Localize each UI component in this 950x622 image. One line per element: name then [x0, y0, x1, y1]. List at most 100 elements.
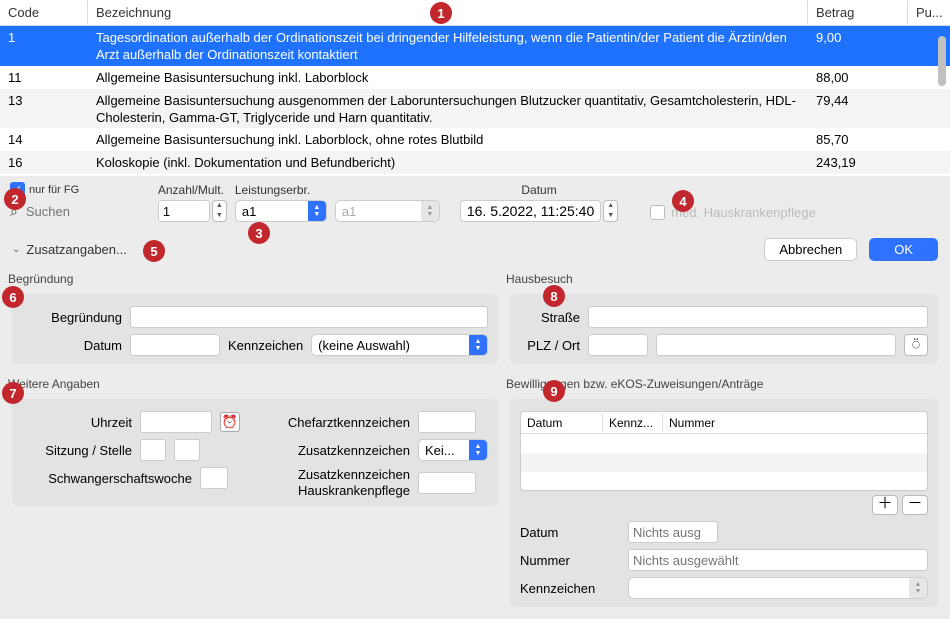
chevron-down-icon: ▼ — [604, 211, 617, 221]
datum-value: 16. 5.2022, 11:25:40 — [467, 203, 594, 219]
annotation-3: 3 — [248, 222, 270, 244]
zusatz-hkp-label-2: Hauskrankenpflege — [298, 483, 410, 498]
begruendung-datum-input[interactable] — [130, 334, 220, 356]
begruendung-label: Begründung — [22, 310, 122, 325]
updown-icon: ▲▼ — [308, 201, 326, 221]
zusatzangaben-label: Zusatzangaben... — [26, 242, 126, 257]
begruendung-section-title: Begründung — [6, 272, 75, 286]
approvals-table[interactable]: Datum Kennz... Nummer — [520, 411, 928, 491]
table-row[interactable]: 11 Allgemeine Basisuntersuchung inkl. La… — [0, 66, 950, 89]
cell-code: 1 — [0, 28, 88, 47]
select-value: Kei... — [425, 443, 455, 458]
chevron-up-icon: ▲ — [213, 201, 226, 211]
weitere-section: Uhrzeit ⏰ Sitzung / Stelle Sc — [12, 399, 498, 506]
bew-datum-label: Datum — [520, 525, 620, 540]
datum-stepper[interactable]: ▲ ▼ — [603, 200, 618, 222]
bew-kennzeichen-select[interactable]: ▲▼ — [628, 577, 928, 599]
sitzung-input[interactable] — [140, 439, 166, 461]
stelle-input[interactable] — [174, 439, 200, 461]
zusatzkennz-select[interactable]: Kei... ▲▼ — [418, 439, 488, 461]
cell-betrag: 79,44 — [808, 91, 908, 110]
ort-input[interactable] — [656, 334, 896, 356]
kennzeichen-select[interactable]: (keine Auswahl) ▲▼ — [311, 334, 488, 356]
cell-betrag: 9,00 — [808, 28, 908, 47]
annotation-8: 8 — [543, 285, 565, 307]
cell-betrag: 88,00 — [808, 68, 908, 87]
hausbesuch-section-title: Hausbesuch — [504, 272, 575, 286]
col-header-betrag[interactable]: Betrag — [808, 1, 908, 24]
strasse-input[interactable] — [588, 306, 928, 328]
add-approval-button[interactable]: ＋ — [872, 495, 898, 515]
col-header-punkte[interactable]: Pu... — [908, 1, 950, 24]
services-table-header: Code Bezeichnung Betrag Pu... — [0, 0, 950, 26]
annotation-1: 1 — [430, 2, 452, 24]
table-row[interactable]: 13 Allgemeine Basisuntersuchung ausgenom… — [0, 89, 950, 129]
annotation-4: 4 — [672, 190, 694, 212]
leistungserbr-label: Leistungserbr. — [235, 183, 440, 197]
approvals-header: Datum Kennz... Nummer — [521, 412, 927, 434]
updown-icon: ▲▼ — [421, 201, 439, 221]
uhrzeit-input[interactable] — [140, 411, 212, 433]
begruendung-datum-label: Datum — [22, 338, 122, 353]
cell-code: 14 — [0, 130, 88, 149]
plz-ort-label: PLZ / Ort — [520, 338, 580, 353]
bewilligungen-section: Datum Kennz... Nummer ＋ － — [510, 399, 938, 607]
remove-approval-button[interactable]: － — [902, 495, 928, 515]
chefarzt-input[interactable] — [418, 411, 476, 433]
table-row[interactable]: 16 Koloskopie (inkl. Dokumentation und B… — [0, 151, 950, 174]
leistungserbr-select-1[interactable]: a1 ▲▼ — [235, 200, 327, 222]
updown-icon: ▲▼ — [909, 578, 927, 598]
address-lookup-button[interactable]: ⍥ — [904, 334, 928, 356]
table-scrollbar[interactable] — [938, 36, 948, 176]
anzahl-stepper[interactable]: ▲ ▼ — [212, 200, 227, 222]
select-value: a1 — [242, 204, 256, 219]
table-row[interactable]: 1 Tagesordination außerhalb der Ordinati… — [0, 26, 950, 66]
approvals-body[interactable] — [521, 434, 927, 490]
services-table-body[interactable]: 1 Tagesordination außerhalb der Ordinati… — [0, 26, 950, 176]
approvals-col-datum[interactable]: Datum — [521, 414, 603, 432]
annotation-2: 2 — [4, 188, 26, 210]
select-value: (keine Auswahl) — [318, 338, 410, 353]
updown-icon: ▲▼ — [469, 335, 487, 355]
cell-code: 13 — [0, 91, 88, 110]
anzahl-label: Anzahl/Mult. — [158, 183, 227, 197]
approvals-col-nummer[interactable]: Nummer — [663, 414, 927, 432]
table-row[interactable]: 14 Allgemeine Basisuntersuchung inkl. La… — [0, 128, 950, 151]
hausbesuch-section: Straße PLZ / Ort ⍥ — [510, 294, 938, 364]
zusatz-hkp-label-1: Zusatzkennzeichen — [298, 467, 410, 482]
cell-bez: Allgemeine Basisuntersuchung inkl. Labor… — [88, 68, 808, 89]
cell-code: 11 — [0, 68, 88, 87]
scrollbar-thumb[interactable] — [938, 36, 946, 86]
approvals-col-kennz[interactable]: Kennz... — [603, 414, 663, 432]
begruendung-section: Begründung Datum Kennzeichen (keine Ausw… — [12, 294, 498, 364]
anzahl-input[interactable] — [158, 200, 210, 222]
plz-input[interactable] — [588, 334, 648, 356]
datum-input[interactable]: 16. 5.2022, 11:25:40 — [460, 200, 601, 222]
nur-fg-checkbox[interactable]: ✓ nur für FG — [10, 182, 136, 197]
ok-button[interactable]: OK — [869, 238, 938, 261]
zusatzangaben-toggle[interactable]: ⌄ Zusatzangaben... — [12, 242, 127, 257]
zusatz-hkp-input[interactable] — [418, 472, 476, 494]
cell-betrag: 243,19 — [808, 153, 908, 172]
clock-icon: ⏰ — [222, 414, 238, 430]
col-header-code[interactable]: Code — [0, 1, 88, 24]
annotation-5: 5 — [143, 240, 165, 262]
med-hkp-label: med. Hauskrankenpflege — [671, 205, 816, 220]
begruendung-input[interactable] — [130, 306, 488, 328]
updown-icon: ▲▼ — [469, 440, 487, 460]
bew-nummer-input[interactable] — [628, 549, 928, 571]
uhrzeit-label: Uhrzeit — [22, 415, 132, 430]
cell-bez: Koloskopie (inkl. Dokumentation und Befu… — [88, 153, 808, 174]
ssw-input[interactable] — [200, 467, 228, 489]
sitzung-label: Sitzung / Stelle — [22, 443, 132, 458]
cell-bez: Allgemeine Basisuntersuchung inkl. Labor… — [88, 130, 808, 151]
bew-kennzeichen-label: Kennzeichen — [520, 581, 620, 596]
cell-bez: Allgemeine Basisuntersuchung ausgenommen… — [88, 91, 808, 129]
med-hkp-checkbox[interactable]: ✓ — [650, 205, 665, 220]
clock-button[interactable]: ⏰ — [220, 412, 240, 432]
cancel-button[interactable]: Abbrechen — [764, 238, 857, 261]
chevron-up-icon: ▲ — [604, 201, 617, 211]
search-input[interactable] — [22, 200, 136, 222]
bew-datum-input[interactable] — [628, 521, 718, 543]
annotation-9: 9 — [543, 380, 565, 402]
